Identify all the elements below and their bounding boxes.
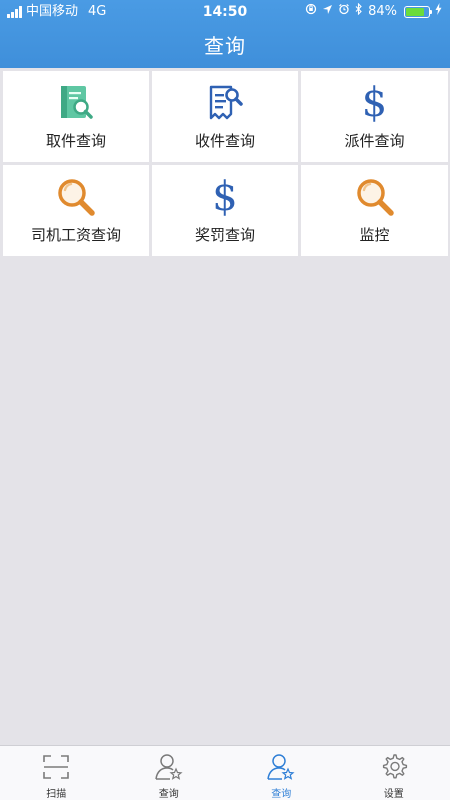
tab-label: 查询 [271,789,292,800]
charging-icon [435,0,442,24]
user-star-icon [266,752,296,782]
document-search-icon [54,81,98,125]
alarm-icon [338,0,350,24]
tab-scan[interactable]: 扫描 [0,746,113,800]
tab-query-active[interactable]: 查询 [225,746,338,800]
battery-icon [404,6,432,18]
query-menu-grid: 取件查询 收件查询 $ 派件查询 司机工资查询 $ 奖罚查询 监控 [3,71,449,256]
location-icon [322,0,333,24]
dollar-icon: $ [212,174,238,220]
magnifier-icon [353,175,397,219]
dollar-icon: $ [361,80,388,126]
page-title: 查询 [204,34,246,58]
tab-settings[interactable]: 设置 [338,746,450,800]
gear-icon [379,752,409,782]
tab-label: 查询 [158,789,179,800]
tab-bar: 扫描 查询 查询 设置 [0,745,450,800]
status-right: 84% [305,0,442,24]
menu-item-receive-query[interactable]: 收件查询 [152,71,298,162]
menu-item-label: 监控 [359,226,390,244]
menu-item-label: 司机工资查询 [30,226,121,244]
menu-item-label: 奖罚查询 [194,226,255,244]
user-star-icon [154,752,184,782]
battery-percent: 84% [368,4,397,19]
receipt-search-icon [203,81,247,125]
tab-label: 扫描 [46,789,67,800]
magnifier-icon [54,175,98,219]
menu-item-monitor[interactable]: 监控 [301,165,448,256]
header: 中国移动 4G 14:50 84% 查询 [0,0,450,68]
menu-item-dispatch-query[interactable]: $ 派件查询 [301,71,448,162]
menu-item-label: 收件查询 [194,132,255,150]
lock-rotation-icon [305,0,317,24]
status-bar: 中国移动 4G 14:50 84% [0,0,450,24]
app-root: 中国移动 4G 14:50 84% 查询 取件查询 收件查询 $ 派件查询 司机… [0,0,450,800]
tab-label: 设置 [383,789,404,800]
menu-item-driver-salary-query[interactable]: 司机工资查询 [3,165,149,256]
tab-query[interactable]: 查询 [113,746,226,800]
menu-item-pickup-query[interactable]: 取件查询 [3,71,149,162]
menu-item-label: 派件查询 [344,132,405,150]
menu-item-reward-penalty-query[interactable]: $ 奖罚查询 [152,165,298,256]
menu-item-label: 取件查询 [45,132,106,150]
scan-icon [41,752,71,782]
bluetooth-icon [355,0,363,24]
